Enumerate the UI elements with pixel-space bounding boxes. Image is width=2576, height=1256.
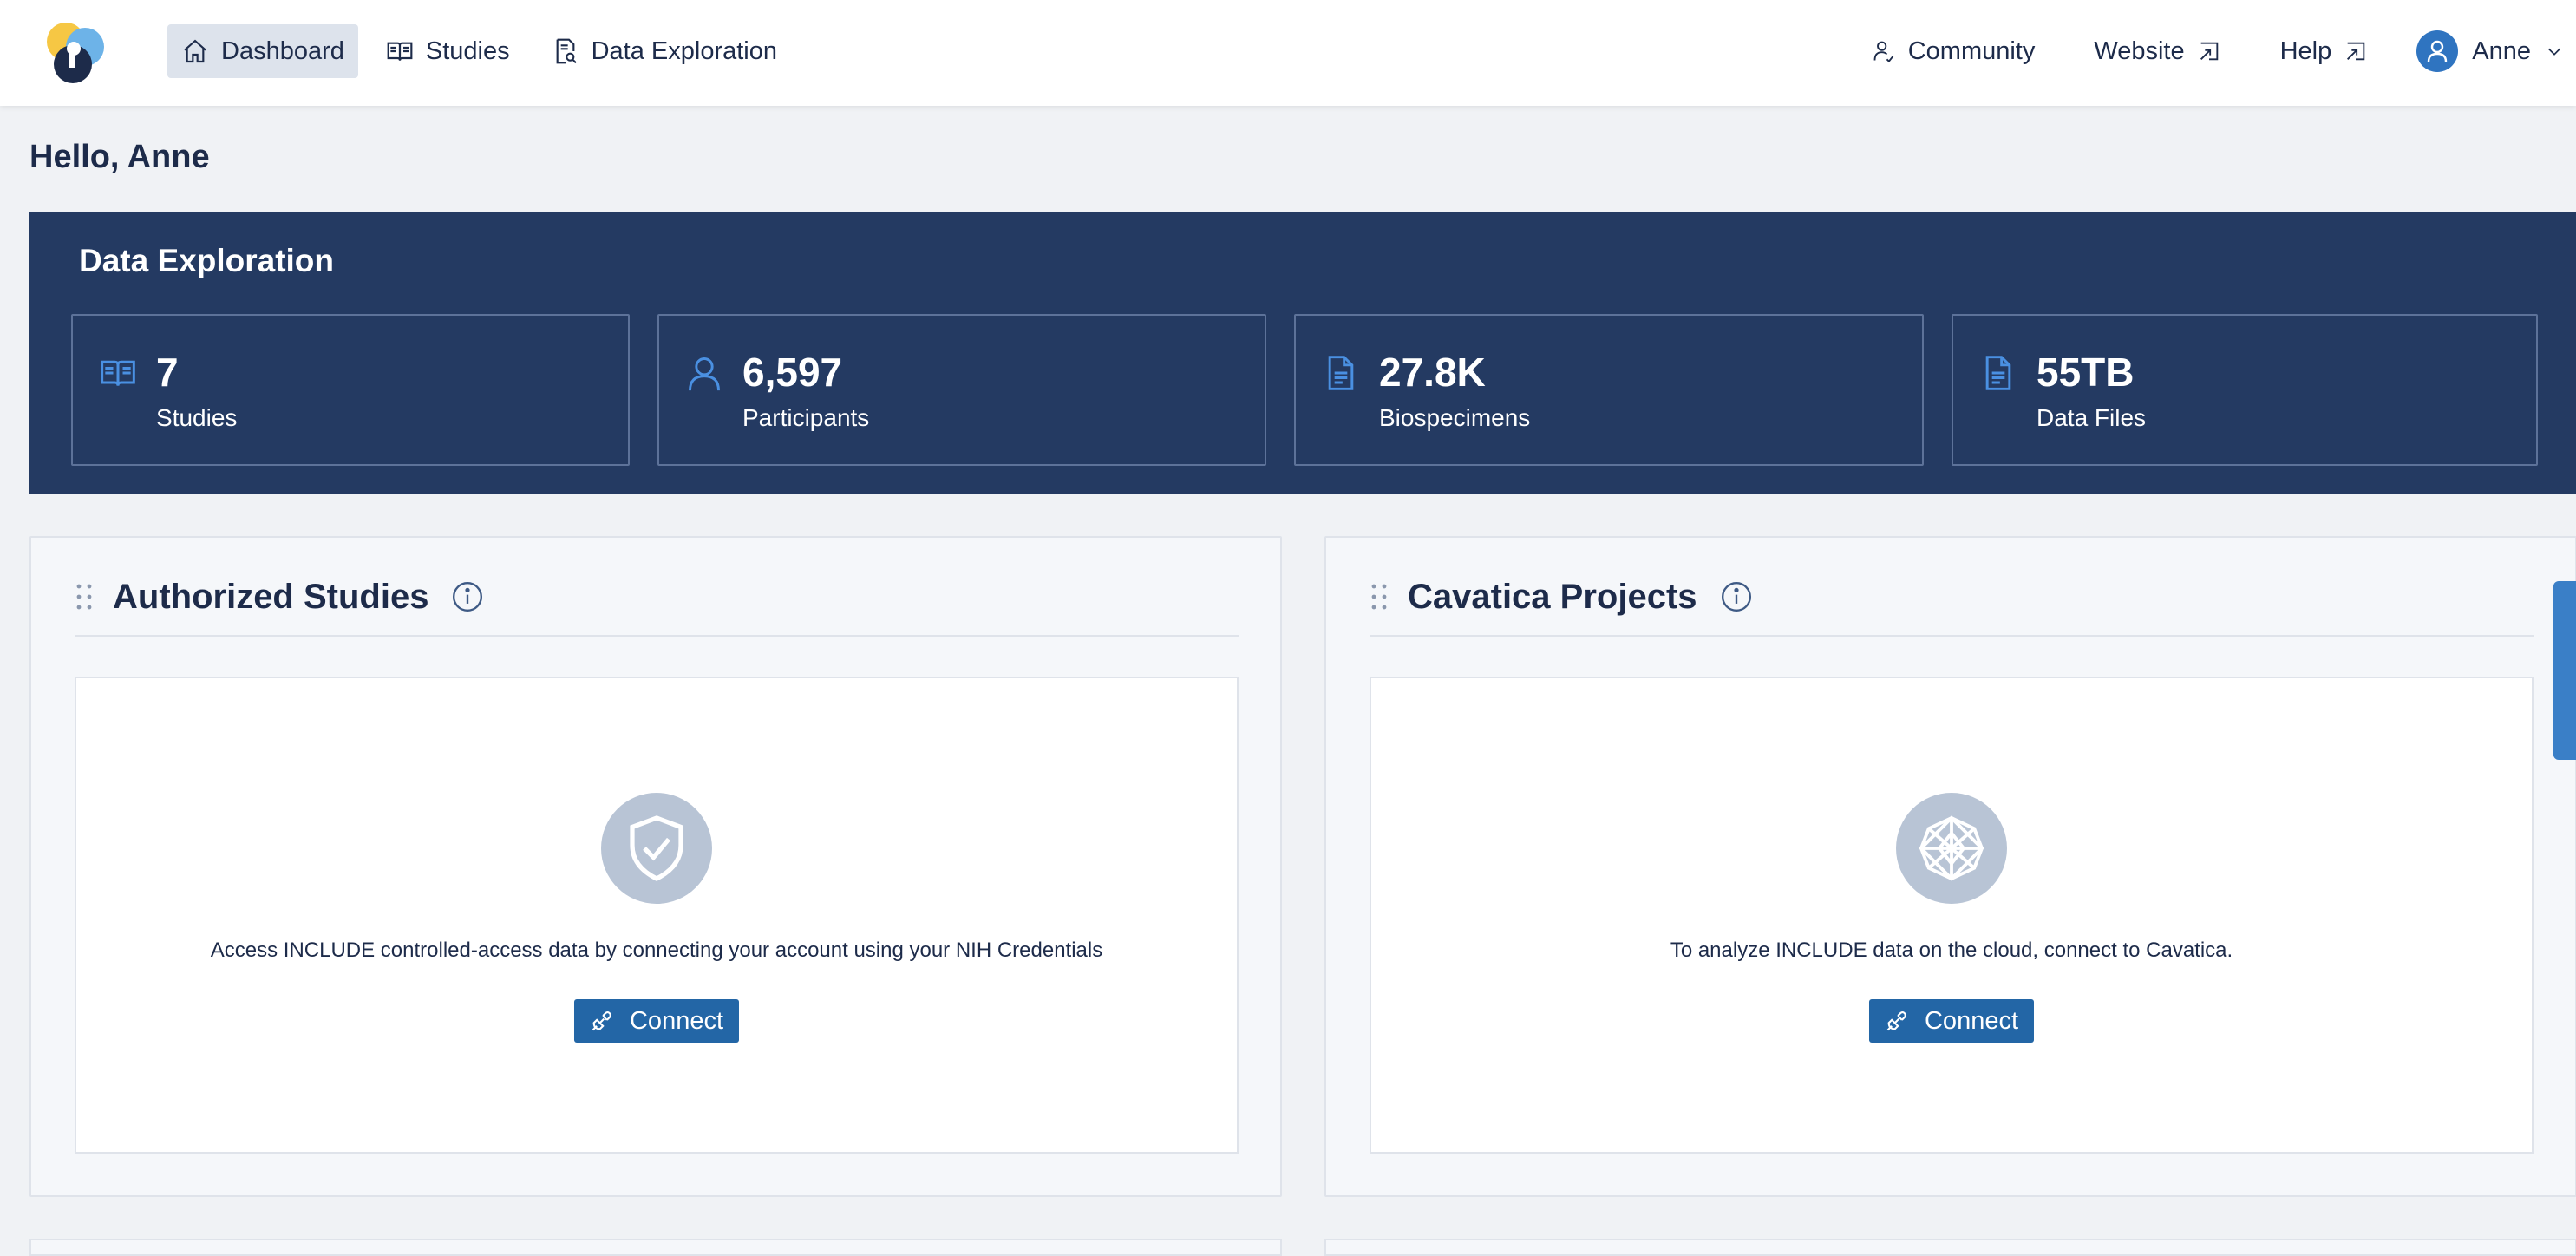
stat-participants-value: 6,597 [742,350,843,395]
avatar-icon [2416,30,2459,72]
authorized-studies-card: Authorized Studies Access INCLUDE contro… [29,536,1282,1197]
stat-studies-value: 7 [156,350,179,395]
main-nav: Dashboard Studies Data Exploration [167,24,791,78]
drag-handle-icon[interactable] [1370,582,1389,612]
info-icon[interactable] [451,580,484,613]
book-icon [387,42,413,61]
info-icon[interactable] [1720,580,1753,613]
connect-button-label: Connect [1924,1006,2019,1035]
stat-biospecimens-label: Biospecimens [1379,404,1531,431]
chevron-down-icon [2547,48,2561,56]
cavatica-network-icon [1896,793,2007,904]
website-link[interactable]: Website [2094,24,2220,78]
side-feedback-tab[interactable] [2553,581,2576,760]
nav-data-exploration-label: Data Exploration [591,36,778,65]
right-nav: Community Website Help Anne [1872,24,2576,78]
banner-title: Data Exploration [79,243,334,278]
plug-icon [1886,1011,1906,1031]
card-title: Cavatica Projects [1408,577,1697,616]
user-icon [689,357,720,391]
plug-icon [592,1011,611,1031]
divider [75,635,1239,637]
home-icon [184,39,206,63]
community-link[interactable]: Community [1872,24,2036,78]
logo-icon [47,23,104,83]
data-exploration-banner: Data Exploration 7 Studies 6,597 Partici… [29,212,2576,494]
stat-studies[interactable]: 7 Studies [71,314,630,466]
help-label: Help [2279,36,2332,65]
nav-data-exploration[interactable]: Data Exploration [538,24,791,78]
top-navigation-bar: Dashboard Studies Data Exploration Commu… [0,0,2576,106]
nav-studies[interactable]: Studies [372,24,524,78]
card-header: Cavatica Projects [1370,571,1753,623]
card-description: Access INCLUDE controlled-access data by… [210,939,1103,962]
external-link-icon [2200,42,2218,61]
file-icon [1985,356,2011,390]
nav-dashboard[interactable]: Dashboard [167,24,358,78]
external-link-icon [2347,42,2365,61]
user-name: Anne [2472,36,2531,65]
community-icon [1873,41,1893,63]
next-card-right [1324,1239,2576,1256]
card-description: To analyze INCLUDE data on the cloud, co… [1670,939,2233,962]
community-label: Community [1907,36,2036,65]
card-title: Authorized Studies [113,577,429,616]
include-logo[interactable] [42,16,111,85]
card-header: Authorized Studies [75,571,484,623]
stat-biospecimens-value: 27.8K [1379,350,1486,395]
help-link[interactable]: Help [2280,24,2369,78]
nav-dashboard-label: Dashboard [221,36,344,65]
connect-button[interactable]: Connect [573,999,740,1043]
divider [1370,635,2534,637]
next-card-left [29,1239,1282,1256]
stat-studies-label: Studies [156,404,238,431]
connect-button-label: Connect [629,1006,724,1035]
card-body: Access INCLUDE controlled-access data by… [75,677,1239,1154]
user-menu[interactable]: Anne [2416,24,2564,78]
stat-biospecimens[interactable]: 27.8K Biospecimens [1294,314,1924,466]
connect-button[interactable]: Connect [1868,999,2035,1043]
book-icon [101,360,135,386]
shield-check-icon [601,793,712,904]
file-icon [1328,356,1354,390]
nav-studies-label: Studies [425,36,510,65]
stat-data-files-value: 55TB [2037,350,2135,395]
file-search-icon [556,38,577,64]
stat-participants-label: Participants [742,404,870,431]
page-greeting: Hello, Anne [29,139,210,175]
stat-data-files[interactable]: 55TB Data Files [1952,314,2538,466]
card-body: To analyze INCLUDE data on the cloud, co… [1370,677,2534,1154]
cavatica-projects-card: Cavatica Projects To analyze INCLUDE dat… [1324,536,2576,1197]
website-label: Website [2094,36,2185,65]
drag-handle-icon[interactable] [75,582,94,612]
stat-participants[interactable]: 6,597 Participants [657,314,1266,466]
stat-data-files-label: Data Files [2037,404,2147,431]
